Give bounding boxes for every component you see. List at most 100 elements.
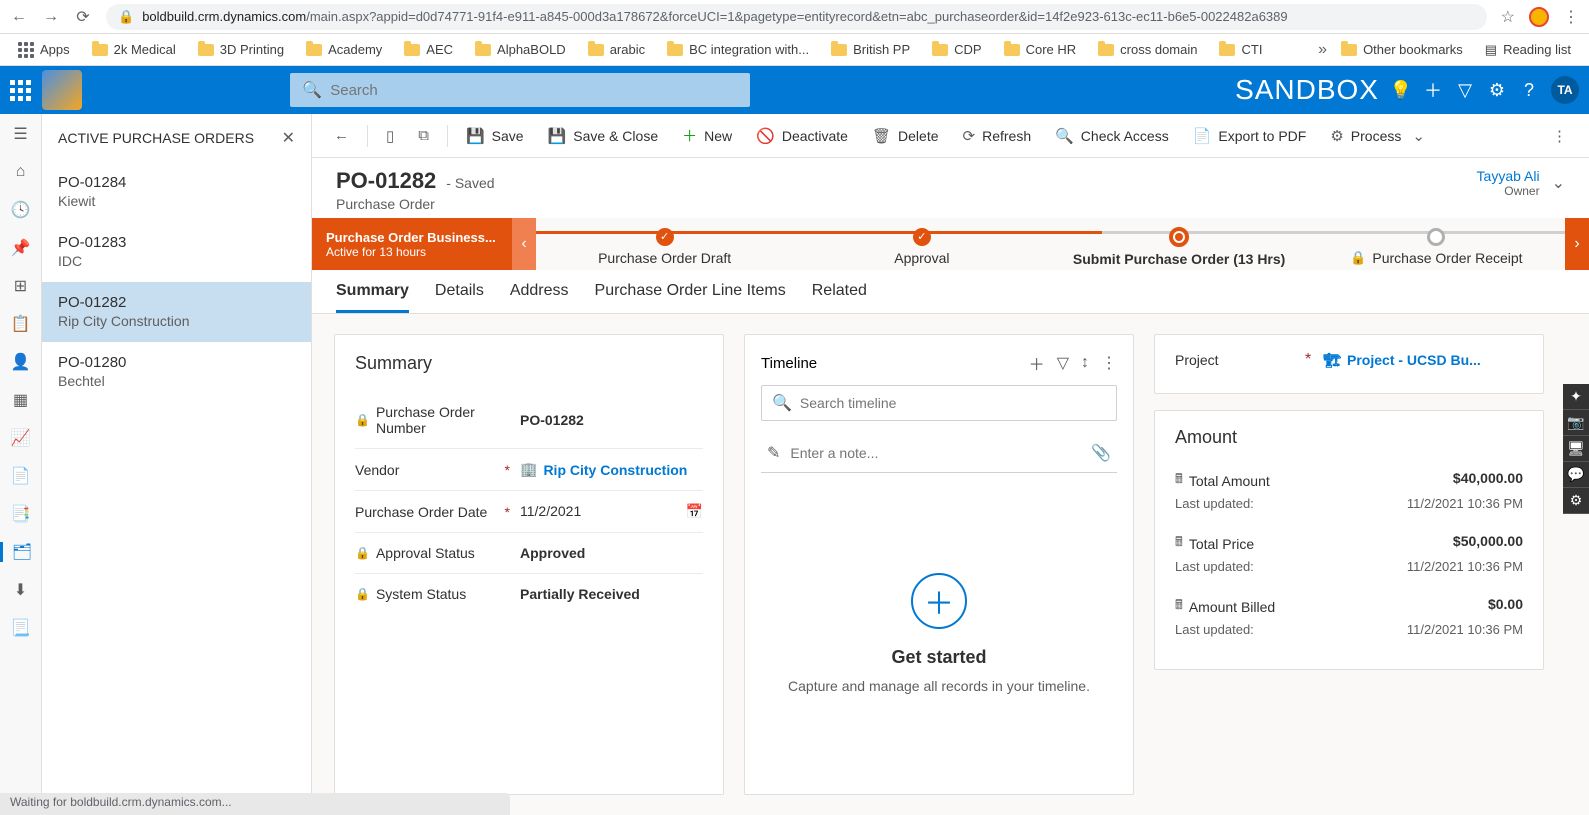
- bpf-next-icon[interactable]: ›: [1565, 218, 1589, 270]
- list-item[interactable]: PO-01282 Rip City Construction: [42, 282, 311, 342]
- bpf-collapse-icon[interactable]: ‹: [512, 218, 536, 270]
- timeline-search-input[interactable]: [800, 395, 1106, 411]
- go-back-button[interactable]: ←: [324, 121, 359, 150]
- timeline-sort-icon[interactable]: ↕: [1081, 354, 1089, 372]
- nav-icon-8[interactable]: ⬇: [11, 580, 31, 600]
- tab-related[interactable]: Related: [812, 282, 867, 313]
- timeline-get-started-button[interactable]: ＋: [911, 573, 967, 629]
- star-icon[interactable]: ☆: [1501, 7, 1515, 27]
- save-close-button[interactable]: 💾Save & Close: [538, 121, 669, 151]
- timeline-search[interactable]: 🔍: [761, 385, 1117, 421]
- back-icon[interactable]: ←: [10, 8, 28, 26]
- bookmark-item[interactable]: 2k Medical: [84, 40, 184, 59]
- tool-icon-3[interactable]: 🖥: [1563, 436, 1589, 462]
- nav-icon-6[interactable]: 📄: [11, 466, 31, 486]
- timeline-filter-icon[interactable]: ▽: [1057, 353, 1069, 373]
- tab-summary[interactable]: Summary: [336, 282, 409, 313]
- bpf-stage-receipt[interactable]: 🔒Purchase Order Receipt: [1308, 223, 1565, 266]
- reload-icon[interactable]: ⟳: [74, 8, 92, 26]
- home-icon[interactable]: ⌂: [11, 162, 31, 182]
- deactivate-button[interactable]: 🚫Deactivate: [746, 121, 858, 151]
- nav-icon-1[interactable]: ⊞: [11, 276, 31, 296]
- search-input[interactable]: [330, 82, 738, 99]
- tab-details[interactable]: Details: [435, 282, 484, 313]
- delete-button[interactable]: 🗑Delete: [862, 121, 949, 151]
- vendor-lookup[interactable]: 🏢Rip City Construction: [520, 461, 703, 478]
- header-expand-icon[interactable]: ⌄: [1552, 173, 1565, 193]
- bookmark-item[interactable]: AEC: [396, 40, 461, 59]
- bookmark-item[interactable]: Academy: [298, 40, 390, 59]
- pinned-icon[interactable]: 📌: [11, 238, 31, 258]
- tab-line-items[interactable]: Purchase Order Line Items: [595, 282, 786, 313]
- help-icon[interactable]: ?: [1519, 80, 1539, 100]
- list-item[interactable]: PO-01284 Kiewit: [42, 162, 311, 222]
- new-button[interactable]: ＋New: [672, 119, 742, 152]
- app-launcher-icon[interactable]: [10, 80, 30, 100]
- global-search[interactable]: 🔍: [290, 73, 750, 107]
- nav-icon-2[interactable]: 📋: [11, 314, 31, 334]
- bpf-stage-approval[interactable]: ✓ Approval: [793, 223, 1050, 266]
- tool-icon-4[interactable]: 💬: [1563, 462, 1589, 488]
- forward-icon[interactable]: →: [42, 8, 60, 26]
- export-pdf-button[interactable]: 📄Export to PDF: [1183, 121, 1317, 151]
- bookmark-item[interactable]: British PP: [823, 40, 918, 59]
- process-button[interactable]: ⚙Process⌄: [1320, 121, 1435, 151]
- other-bookmarks[interactable]: Other bookmarks: [1333, 40, 1471, 59]
- timeline-more-icon[interactable]: ⋮: [1101, 353, 1117, 373]
- nav-icon-7[interactable]: 📑: [11, 504, 31, 524]
- lightbulb-icon[interactable]: 💡: [1391, 80, 1411, 100]
- bookmark-item[interactable]: 3D Printing: [190, 40, 292, 59]
- popout-button[interactable]: ⧉: [408, 121, 439, 150]
- open-record-set-button[interactable]: ▯: [376, 121, 404, 151]
- bpf-stage-submit[interactable]: Submit Purchase Order (13 Hrs): [1051, 222, 1308, 267]
- tool-icon-2[interactable]: 📷: [1563, 410, 1589, 436]
- reading-list-button[interactable]: ▤Reading list: [1477, 40, 1579, 60]
- timeline-note-input[interactable]: [790, 445, 1081, 461]
- tab-address[interactable]: Address: [510, 282, 569, 313]
- recent-icon[interactable]: 🕓: [11, 200, 31, 220]
- save-button[interactable]: 💾Save: [456, 121, 534, 151]
- bookmark-item[interactable]: Core HR: [996, 40, 1085, 59]
- profile-avatar-icon[interactable]: [1529, 7, 1549, 27]
- bpf-stage-draft[interactable]: ✓ Purchase Order Draft: [536, 223, 793, 266]
- project-lookup[interactable]: 🏗Project - UCSD Bu...: [1323, 352, 1481, 369]
- attachment-icon[interactable]: 📎: [1091, 443, 1111, 463]
- nav-icon-9[interactable]: 📃: [11, 618, 31, 638]
- app-logo-icon[interactable]: [42, 70, 82, 110]
- timeline-add-icon[interactable]: ＋: [1029, 351, 1045, 375]
- check-access-button[interactable]: 🔍Check Access: [1045, 121, 1179, 151]
- bookmark-item[interactable]: BC integration with...: [659, 40, 817, 59]
- timeline-note-row[interactable]: ✎ 📎: [761, 433, 1117, 473]
- user-avatar[interactable]: TA: [1551, 76, 1579, 104]
- list-item[interactable]: PO-01283 IDC: [42, 222, 311, 282]
- bpf-name-chip[interactable]: Purchase Order Business... Active for 13…: [312, 218, 512, 270]
- address-bar[interactable]: 🔒 boldbuild.crm.dynamics.com/main.aspx?a…: [106, 4, 1487, 30]
- tool-icon-1[interactable]: ✦: [1563, 384, 1589, 410]
- bookmark-item[interactable]: CDP: [924, 40, 989, 59]
- list-item[interactable]: PO-01280 Bechtel: [42, 342, 311, 402]
- bookmark-item[interactable]: arabic: [580, 40, 653, 59]
- bookmark-item[interactable]: cross domain: [1090, 40, 1205, 59]
- close-list-icon[interactable]: ✕: [282, 128, 295, 148]
- purchase-orders-icon[interactable]: 🗂: [0, 542, 41, 562]
- tool-icon-5[interactable]: ⚙: [1563, 488, 1589, 514]
- overflow-button[interactable]: ⋮: [1542, 121, 1577, 151]
- filter-icon[interactable]: ▽: [1455, 80, 1475, 100]
- bookmark-item[interactable]: CTI: [1211, 40, 1270, 59]
- apps-button[interactable]: Apps: [10, 40, 78, 60]
- po-date-field[interactable]: 11/2/2021📅: [520, 503, 703, 520]
- nav-icon-5[interactable]: 📈: [11, 428, 31, 448]
- menu-icon[interactable]: ☰: [11, 124, 31, 144]
- kebab-icon[interactable]: ⋮: [1563, 7, 1579, 27]
- nav-icon-4[interactable]: ▦: [11, 390, 31, 410]
- apps-grid-icon: [18, 42, 34, 58]
- project-icon: 🏗: [1323, 352, 1341, 369]
- calendar-icon[interactable]: 📅: [686, 503, 703, 520]
- owner-name[interactable]: Tayyab Ali: [1477, 168, 1540, 184]
- nav-icon-3[interactable]: 👤: [11, 352, 31, 372]
- add-icon[interactable]: ＋: [1423, 80, 1443, 100]
- refresh-button[interactable]: ⟳Refresh: [953, 121, 1042, 151]
- settings-icon[interactable]: ⚙: [1487, 80, 1507, 100]
- more-bookmarks-icon[interactable]: »: [1318, 41, 1327, 59]
- bookmark-item[interactable]: AlphaBOLD: [467, 40, 574, 59]
